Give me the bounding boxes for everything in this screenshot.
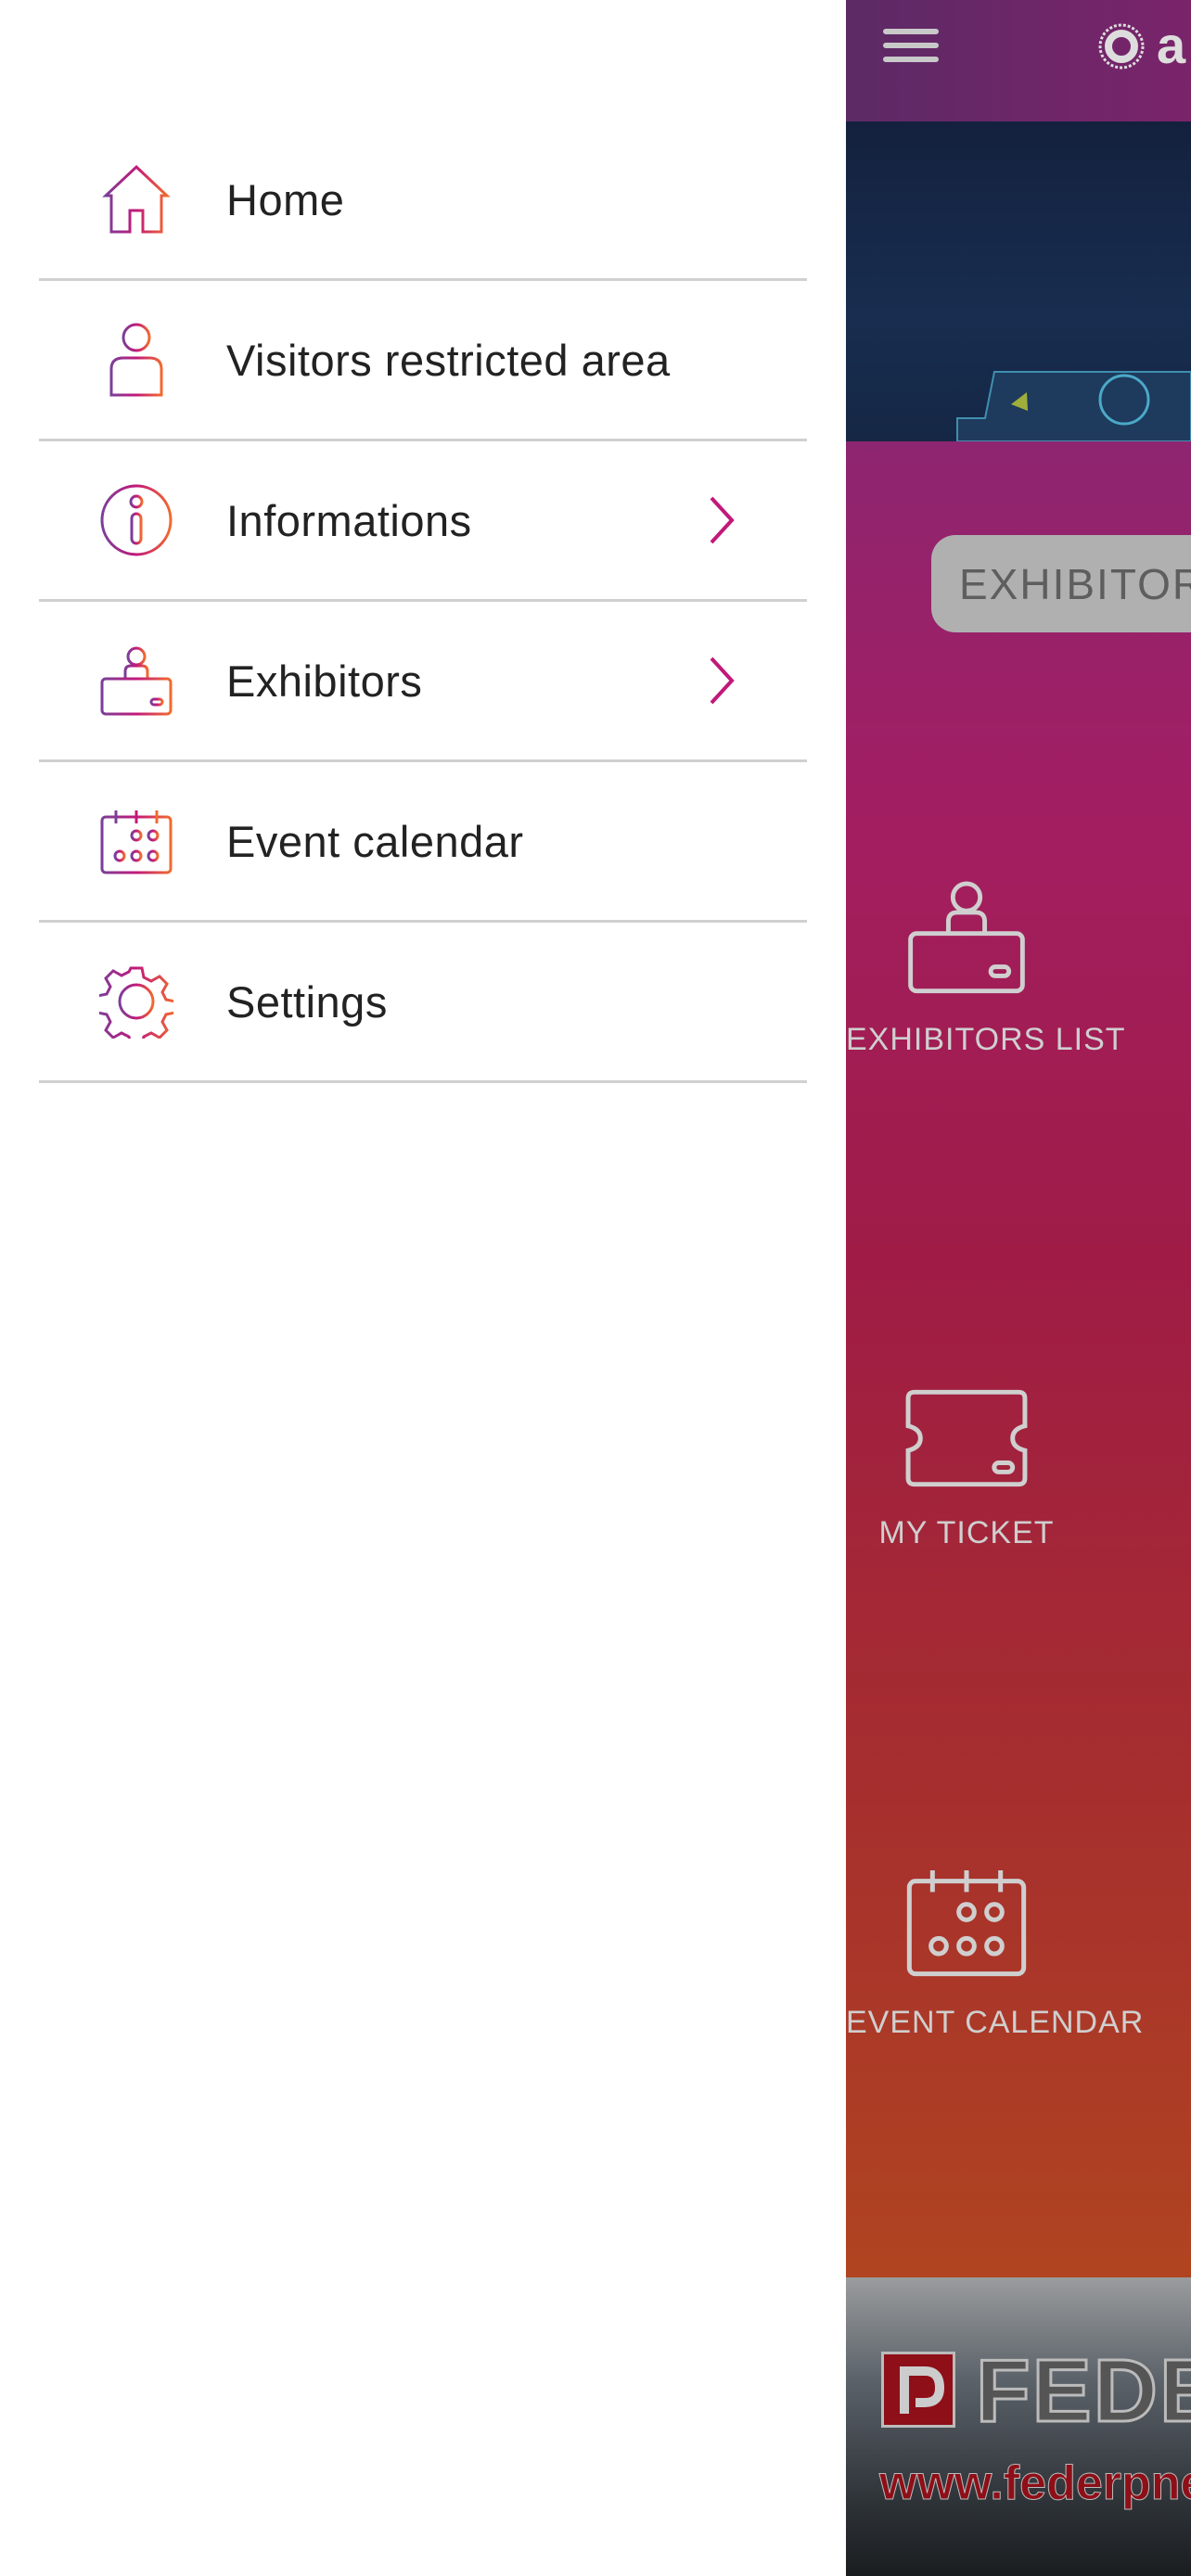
gear-icon: [96, 962, 176, 1041]
menu-item-exhibitors[interactable]: Exhibitors: [39, 602, 807, 762]
menu-item-settings[interactable]: Settings: [39, 923, 807, 1083]
sponsor-ad-banner[interactable]: FEDERPNEUS www.federpneus: [846, 2277, 1191, 2576]
menu-item-label: Event calendar: [226, 816, 524, 866]
hamburger-menu-icon[interactable]: [882, 28, 940, 65]
menu-item-event-calendar[interactable]: Event calendar: [39, 762, 807, 923]
menu-item-label: Settings: [226, 976, 388, 1027]
exhibitor-desk-icon: [96, 641, 176, 721]
info-icon: [96, 480, 176, 560]
tile-label: MY TICKET: [878, 1515, 1055, 1550]
user-icon: [96, 320, 176, 400]
home-icon: [96, 159, 176, 239]
app-header: a: [846, 0, 1191, 121]
menu-item-label: Exhibitors: [226, 656, 423, 706]
app-logo: a: [1098, 22, 1186, 70]
exhibitor-desk-icon: [908, 881, 1025, 994]
hero-banner: [846, 121, 1191, 442]
sponsor-url: www.federpneus: [878, 2456, 1191, 2511]
menu-item-informations[interactable]: Informations: [39, 441, 807, 602]
main-screen-dimmed[interactable]: a EXHIBITORS EXHIBITORS LIST MY TICKET E…: [846, 0, 1191, 2576]
tile-exhibitors-list[interactable]: EXHIBITORS LIST: [846, 879, 1126, 1058]
sponsor-logo-mark: [881, 2352, 955, 2428]
menu-item-home[interactable]: Home: [39, 121, 807, 281]
sponsor-name: FEDERPNEUS: [974, 2340, 1191, 2442]
menu-item-label: Informations: [226, 495, 472, 545]
chevron-right-icon[interactable]: [702, 492, 739, 548]
menu-item-label: Visitors restricted area: [226, 335, 671, 385]
tile-event-calendar[interactable]: EVENT CALENDAR: [846, 1866, 1145, 2041]
chevron-right-icon[interactable]: [702, 653, 739, 708]
menu-item-label: Home: [226, 174, 345, 224]
search-input[interactable]: EXHIBITORS: [931, 535, 1191, 632]
calendar-icon: [96, 801, 176, 881]
tile-my-ticket[interactable]: MY TICKET: [846, 1389, 1087, 1551]
home-body: EXHIBITORS EXHIBITORS LIST MY TICKET EVE…: [846, 441, 1191, 2277]
ticket-icon: [905, 1389, 1028, 1487]
search-placeholder: EXHIBITORS: [959, 559, 1191, 608]
svg-text:a: a: [1157, 22, 1186, 70]
tile-label: EVENT CALENDAR: [846, 2005, 1145, 2040]
tile-label: EXHIBITORS LIST: [846, 1022, 1126, 1057]
menu-item-visitors-restricted-area[interactable]: Visitors restricted area: [39, 281, 807, 441]
calendar-icon: [906, 1870, 1027, 1977]
navigation-drawer: Home Visitors restricted area Informatio…: [0, 0, 846, 2576]
